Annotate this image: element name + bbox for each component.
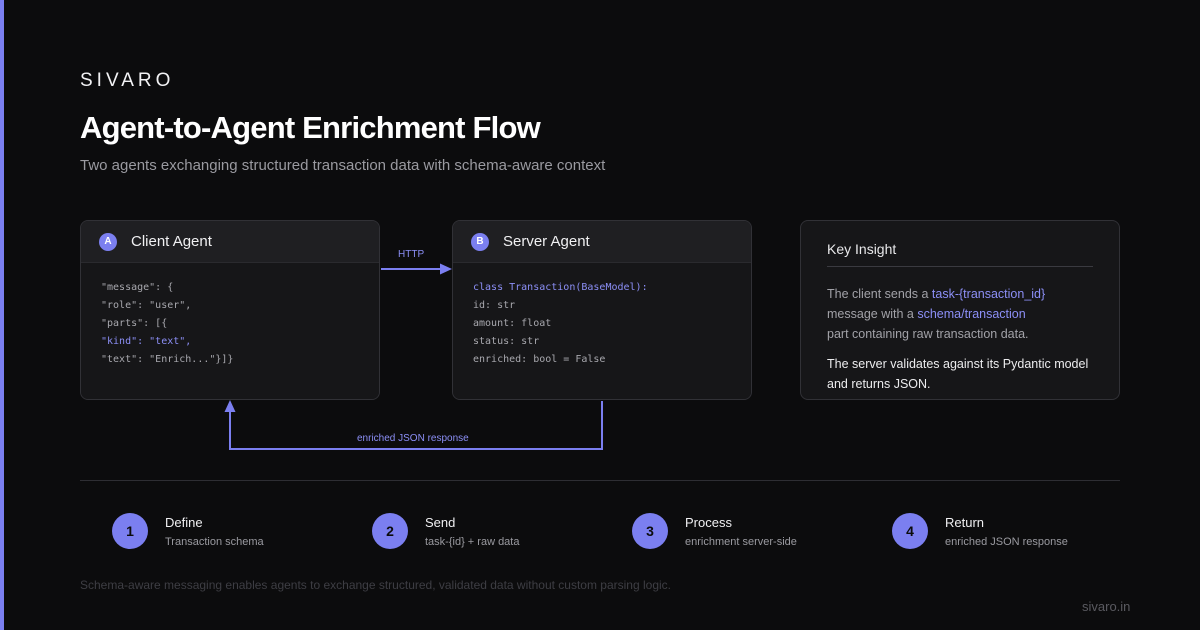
insight-text: message with a — [827, 307, 918, 321]
client-agent-badge: A — [99, 232, 117, 251]
code-line-highlight: class Transaction(BaseModel): — [473, 282, 648, 293]
page-subtitle: Two agents exchanging structured transac… — [80, 157, 606, 174]
section-divider — [80, 480, 1120, 481]
footnote: Schema-aware messaging enables agents to… — [80, 578, 672, 592]
client-code-block: "message": { "role": "user", "parts": [{… — [81, 263, 379, 399]
task-id-highlight: task-{transaction_id} — [931, 287, 1046, 301]
code-line: "role": "user", — [101, 300, 192, 311]
server-agent-title: Server Agent — [503, 233, 590, 250]
code-line: id: str — [473, 300, 516, 311]
step-send: 2 Send task-{id} + raw data — [372, 513, 519, 549]
page-title: Agent-to-Agent Enrichment Flow — [80, 110, 541, 145]
step-number: 4 — [892, 513, 928, 549]
code-line: amount: float — [473, 318, 552, 329]
step-subtitle: task-{id} + raw data — [425, 535, 520, 548]
step-title: Define — [165, 514, 203, 530]
step-title: Send — [425, 514, 456, 530]
step-process: 3 Process enrichment server-side — [632, 513, 797, 549]
code-line: enriched: bool = False — [473, 354, 606, 365]
client-agent-card: A Client Agent "message": { "role": "use… — [80, 220, 380, 400]
key-insight-conclusion: The server validates against its Pydanti… — [827, 357, 1089, 391]
response-arrowhead — [224, 400, 236, 412]
key-insight-panel: Key Insight The client sends a task-{tra… — [800, 220, 1120, 400]
step-subtitle: Transaction schema — [165, 535, 264, 548]
step-title: Process — [685, 514, 732, 530]
left-accent-bar — [0, 0, 4, 630]
server-agent-badge: B — [471, 232, 489, 251]
code-line-highlight: "kind": "text", — [101, 336, 192, 347]
code-line: status: str — [473, 336, 540, 347]
schema-highlight: schema/transaction — [917, 307, 1026, 321]
response-label: enriched JSON response — [357, 433, 469, 444]
key-insight-divider — [827, 266, 1093, 267]
server-agent-card: B Server Agent class Transaction(BaseMod… — [452, 220, 752, 400]
http-label: HTTP — [398, 249, 425, 260]
step-subtitle: enrichment server-side — [685, 535, 797, 548]
client-agent-title: Client Agent — [131, 233, 212, 250]
key-insight-paragraph: The client sends a task-{transaction_id}… — [827, 284, 1093, 344]
server-code-block: class Transaction(BaseModel): id: str am… — [453, 263, 751, 399]
insight-text: The client sends a — [827, 287, 932, 301]
site-url: sivaro.in — [1082, 599, 1131, 614]
step-number: 3 — [632, 513, 668, 549]
step-title: Return — [945, 514, 985, 530]
step-number: 2 — [372, 513, 408, 549]
step-define: 1 Define Transaction schema — [112, 513, 264, 549]
insight-text: part containing raw transaction data. — [827, 327, 1029, 341]
code-line: "parts": [{ — [101, 318, 168, 329]
key-insight-title: Key Insight — [827, 241, 897, 257]
server-agent-header: B Server Agent — [453, 221, 751, 263]
client-agent-header: A Client Agent — [81, 221, 379, 263]
step-subtitle: enriched JSON response — [945, 535, 1068, 548]
code-line: "text": "Enrich..."}]} — [101, 354, 234, 365]
brand-logo: SIVARO — [80, 70, 175, 91]
step-return: 4 Return enriched JSON response — [892, 513, 1068, 549]
code-line: "message": { — [101, 282, 174, 293]
step-number: 1 — [112, 513, 148, 549]
http-request-arrowhead — [440, 263, 452, 275]
